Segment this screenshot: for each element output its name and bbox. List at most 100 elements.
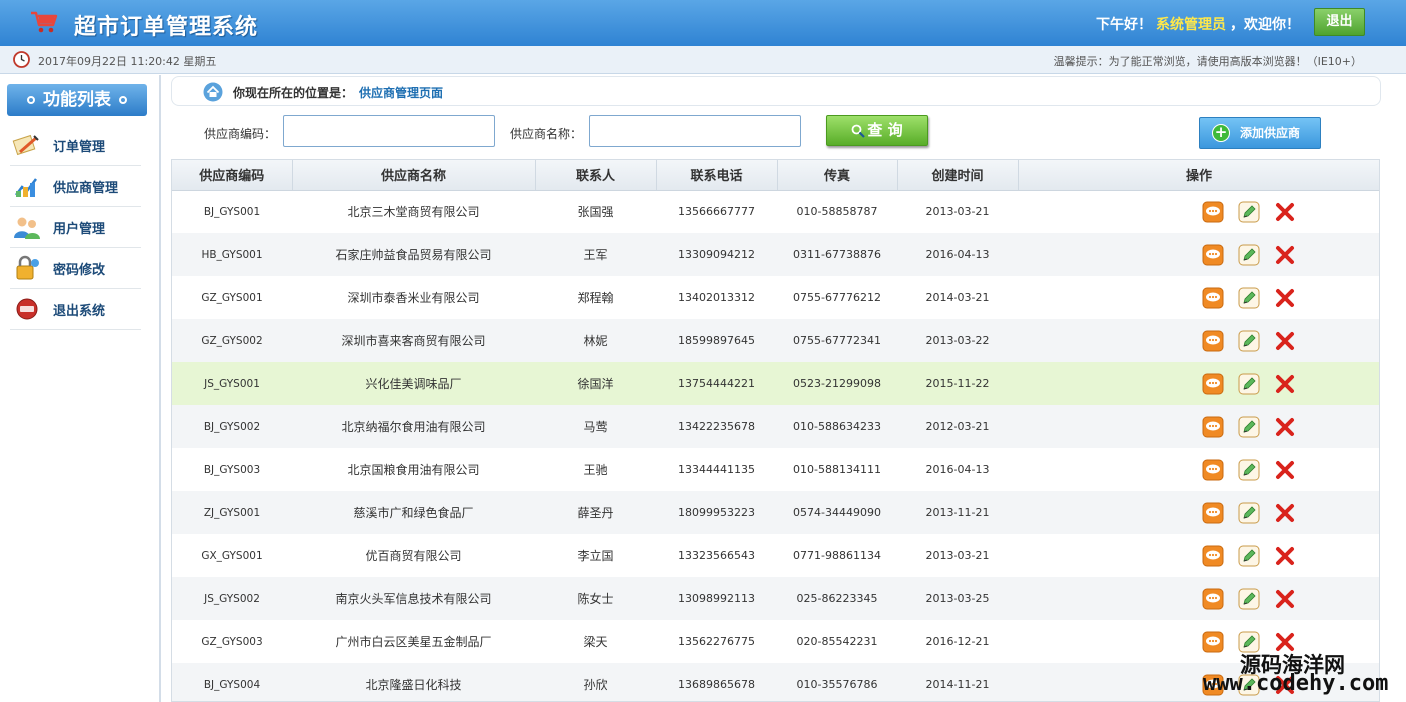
- cell-fax: 010-35576786: [777, 663, 897, 701]
- edit-icon[interactable]: [1238, 330, 1260, 352]
- table-row[interactable]: BJ_GYS004 北京隆盛日化科技 孙欣 13689865678 010-355767…: [172, 663, 1379, 701]
- edit-icon[interactable]: [1238, 287, 1260, 309]
- cell-supplier-name: 兴化佳美调味品厂: [292, 362, 535, 405]
- delete-icon[interactable]: [1274, 201, 1296, 223]
- delete-icon[interactable]: [1274, 545, 1296, 567]
- logout-button[interactable]: 退出: [1314, 8, 1365, 36]
- cell-phone: 13344441135: [678, 463, 755, 476]
- table-row[interactable]: ZJ_GYS001 慈溪市广和绿色食品厂 薛圣丹 18099953223 0574-34…: [172, 491, 1379, 534]
- table-row[interactable]: JS_GYS002 南京火头军信息技术有限公司 陈女士 13098992113 025-…: [172, 577, 1379, 620]
- cell-fax: 020-85542231: [796, 635, 878, 648]
- supplier-name-input[interactable]: [589, 115, 801, 147]
- edit-icon[interactable]: [1238, 502, 1260, 524]
- view-icon[interactable]: [1202, 502, 1224, 524]
- sidebar-item-users[interactable]: 用户管理: [10, 207, 141, 248]
- table-row[interactable]: BJ_GYS003 北京国粮食用油有限公司 王驰 13344441135 010-588…: [172, 448, 1379, 491]
- password-icon: [16, 255, 39, 280]
- view-icon[interactable]: [1202, 287, 1224, 309]
- cell-operations: [1018, 534, 1379, 577]
- delete-icon[interactable]: [1274, 287, 1296, 309]
- edit-icon[interactable]: [1238, 201, 1260, 223]
- sidebar-item-suppliers[interactable]: 供应商管理: [10, 166, 141, 207]
- sidebar-item-label: 订单管理: [53, 139, 106, 155]
- cell-operations: [1018, 276, 1379, 319]
- cell-created: 2012-03-21: [897, 405, 1018, 448]
- add-supplier-button[interactable]: + 添加供应商: [1199, 117, 1321, 149]
- edit-icon[interactable]: [1238, 244, 1260, 266]
- delete-icon[interactable]: [1274, 588, 1296, 610]
- sidebar-item-label: 退出系统: [53, 303, 106, 319]
- cell-created: 2016-12-21: [925, 635, 990, 648]
- table-row[interactable]: GZ_GYS001 深圳市泰香米业有限公司 郑程翰 13402013312 0755-6…: [172, 276, 1379, 319]
- cell-supplier-code: GX_GYS001: [201, 549, 263, 562]
- table-row[interactable]: JS_GYS001 兴化佳美调味品厂 徐国洋 13754444221 0523-2129…: [172, 362, 1379, 405]
- edit-icon[interactable]: [1238, 545, 1260, 567]
- edit-icon[interactable]: [1238, 416, 1260, 438]
- view-icon[interactable]: [1202, 201, 1224, 223]
- cell-supplier-name: 深圳市喜来客商贸有限公司: [292, 319, 535, 362]
- cell-phone: 13562276775: [678, 635, 755, 648]
- cell-supplier-name: 深圳市泰香米业有限公司: [347, 291, 480, 305]
- cell-fax: 0311-67738876: [777, 233, 897, 276]
- bullet-icon: [119, 96, 127, 104]
- cell-supplier-code: GZ_GYS001: [201, 291, 263, 304]
- cell-fax: 010-588634233: [777, 405, 897, 448]
- delete-icon[interactable]: [1274, 244, 1296, 266]
- table-row[interactable]: GX_GYS001 优百商贸有限公司 李立国 13323566543 0771-9886…: [172, 534, 1379, 577]
- table-row[interactable]: BJ_GYS001 北京三木堂商贸有限公司 张国强 13566667777 010-58…: [172, 190, 1379, 233]
- sidebar-item-exit[interactable]: 退出系统: [10, 289, 141, 330]
- edit-icon[interactable]: [1238, 373, 1260, 395]
- table-row[interactable]: HB_GYS001 石家庄帅益食品贸易有限公司 王军 13309094212 0311-…: [172, 233, 1379, 276]
- column-header: 操作: [1018, 160, 1379, 191]
- edit-icon[interactable]: [1238, 459, 1260, 481]
- view-icon[interactable]: [1202, 244, 1224, 266]
- cell-phone: 18599897645: [656, 319, 777, 362]
- table-header-row: 供应商编码 供应商名称 联系人 联系电话 传真 创建时间 操作: [172, 160, 1379, 191]
- supplier-code-input[interactable]: [283, 115, 495, 147]
- column-header: 联系人: [535, 160, 657, 191]
- delete-icon[interactable]: [1274, 330, 1296, 352]
- cell-supplier-name: 石家庄帅益食品贸易有限公司: [292, 233, 535, 276]
- cell-operations: [1018, 448, 1379, 491]
- view-icon[interactable]: [1202, 373, 1224, 395]
- cell-phone: 18099953223: [656, 491, 777, 534]
- query-button[interactable]: 查 询: [826, 115, 928, 146]
- cell-phone: 13754444221: [656, 362, 777, 405]
- delete-icon[interactable]: [1274, 416, 1296, 438]
- cell-phone: 13566667777: [678, 205, 755, 219]
- view-icon[interactable]: [1202, 459, 1224, 481]
- cell-fax: 010-58858787: [796, 205, 878, 219]
- cell-supplier-code: JS_GYS001: [172, 362, 292, 405]
- cell-operations: [1018, 577, 1379, 620]
- watermark-url: www.codehy.com: [1203, 671, 1389, 696]
- cell-supplier-code: ZJ_GYS001: [172, 491, 292, 534]
- cell-supplier-name: 广州市白云区美星五金制品厂: [335, 635, 492, 649]
- edit-icon[interactable]: [1238, 588, 1260, 610]
- cell-supplier-code: JS_GYS002: [172, 577, 292, 620]
- cell-supplier-code: BJ_GYS003: [203, 463, 261, 476]
- table-row[interactable]: GZ_GYS003 广州市白云区美星五金制品厂 梁天 13562276775 020-8…: [172, 620, 1379, 663]
- cell-contact: 孙欣: [535, 663, 656, 701]
- cell-phone: 13309094212: [656, 233, 777, 276]
- sidebar-menu: 订单管理 供应商管理 用户管理 密码修改 退出系统: [10, 125, 141, 330]
- cell-contact: 王驰: [583, 463, 608, 477]
- cell-fax: 010-588134111: [793, 463, 881, 476]
- table-row[interactable]: GZ_GYS002 深圳市喜来客商贸有限公司 林妮 18599897645 0755-6…: [172, 319, 1379, 362]
- table-row[interactable]: BJ_GYS002 北京纳福尔食用油有限公司 马莺 13422235678 010-58…: [172, 405, 1379, 448]
- cell-supplier-name: 慈溪市广和绿色食品厂: [292, 491, 535, 534]
- view-icon[interactable]: [1202, 588, 1224, 610]
- browser-tip: 温馨提示：为了能正常浏览，请使用高版本浏览器！（IE10+）: [1053, 55, 1362, 68]
- supplier-icon: [15, 178, 37, 197]
- delete-icon[interactable]: [1274, 502, 1296, 524]
- delete-icon[interactable]: [1274, 373, 1296, 395]
- view-icon[interactable]: [1202, 330, 1224, 352]
- cell-supplier-code: HB_GYS001: [172, 233, 292, 276]
- sidebar-item-orders[interactable]: 订单管理: [10, 125, 141, 166]
- delete-icon[interactable]: [1274, 459, 1296, 481]
- view-icon[interactable]: [1202, 416, 1224, 438]
- sidebar-item-password[interactable]: 密码修改: [10, 248, 141, 289]
- cell-supplier-name: 优百商贸有限公司: [365, 549, 462, 563]
- view-icon[interactable]: [1202, 631, 1224, 653]
- view-icon[interactable]: [1202, 545, 1224, 567]
- home-icon: [203, 82, 223, 102]
